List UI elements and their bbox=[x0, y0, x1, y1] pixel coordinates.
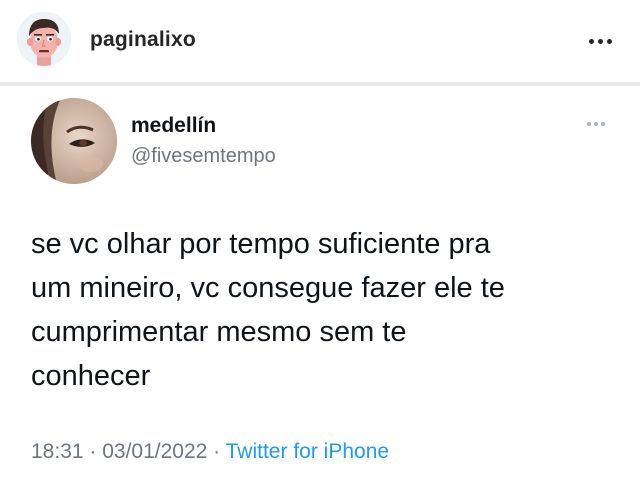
tweet-text-line: cumprimentar mesmo sem te bbox=[31, 316, 407, 348]
tweet-more-options bbox=[582, 117, 610, 131]
tweet-text-line: um mineiro, vc consegue fazer ele te bbox=[31, 272, 505, 304]
tweet-author-handle: @fivesemtempo bbox=[131, 145, 276, 167]
account-avatar[interactable] bbox=[17, 12, 71, 66]
instagram-post: paginalixo medellín @fivesemtempo se vc … bbox=[0, 0, 640, 480]
more-horizontal-icon bbox=[587, 122, 591, 126]
meta-separator: · bbox=[83, 440, 103, 463]
more-horizontal-icon-dot bbox=[594, 122, 598, 126]
post-header: paginalixo bbox=[0, 0, 640, 82]
tweet-author-avatar bbox=[31, 98, 117, 184]
tweet-metadata: 18:31 · 03/01/2022 · Twitter for iPhone bbox=[31, 440, 389, 464]
profile-photo-avatar-icon bbox=[31, 98, 117, 184]
meta-separator: · bbox=[207, 440, 226, 463]
more-horizontal-icon-dot bbox=[606, 38, 612, 44]
more-options-button[interactable] bbox=[578, 22, 622, 60]
tweet-text-line: se vc olhar por tempo suficiente pra bbox=[31, 228, 491, 260]
tweet-author-name: medellín bbox=[131, 114, 217, 137]
cartoon-face-avatar-icon bbox=[17, 12, 71, 66]
more-horizontal-icon-dot bbox=[601, 122, 605, 126]
more-horizontal-icon-dot bbox=[597, 38, 603, 44]
tweet-text-line: conhecer bbox=[31, 360, 151, 392]
tweet-time: 18:31 bbox=[31, 440, 84, 463]
tweet-source-link: Twitter for iPhone bbox=[225, 440, 390, 463]
header-divider bbox=[0, 82, 640, 86]
account-username[interactable]: paginalixo bbox=[90, 28, 196, 52]
tweet-text: se vc olhar por tempo suficiente pra um … bbox=[31, 222, 621, 398]
tweet-date: 03/01/2022 bbox=[102, 440, 208, 463]
more-horizontal-icon bbox=[588, 38, 594, 44]
